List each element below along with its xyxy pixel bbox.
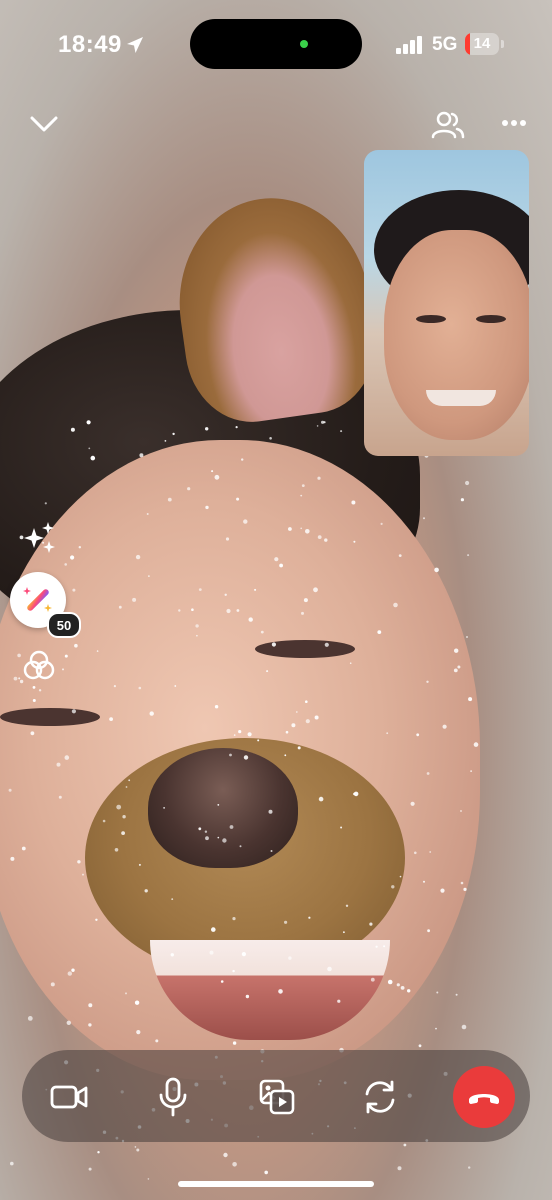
glitter-dot [468, 1166, 471, 1169]
toggle-video-button[interactable] [44, 1072, 94, 1122]
magic-wand-icon [23, 587, 52, 612]
sparkles-icon [24, 522, 55, 553]
glitter-dot [435, 1027, 437, 1030]
minimize-button[interactable] [26, 106, 62, 142]
glitter-dot [88, 1167, 92, 1171]
location-arrow-icon [127, 37, 143, 53]
glitter-dot [136, 1148, 140, 1152]
glitter-dot [403, 1143, 407, 1147]
glitter-dot [147, 1178, 150, 1180]
glitter-dot [97, 1151, 100, 1154]
microphone-icon [159, 1077, 187, 1117]
video-eye-left [0, 708, 100, 726]
share-media-button[interactable] [252, 1070, 302, 1124]
dynamic-island [190, 19, 362, 69]
filters-button[interactable] [19, 646, 59, 686]
battery-icon: 14 [465, 33, 499, 55]
battery-cap [501, 40, 504, 48]
effect-count-badge: 50 [47, 612, 81, 638]
battery-level: 14 [473, 35, 491, 52]
glitter-dot [436, 991, 439, 994]
status-bar: 18:49 5G 14 [0, 0, 552, 90]
glitter-dot [10, 1161, 14, 1166]
glitter-dot [455, 993, 458, 996]
dog-nose-filter [148, 748, 298, 868]
camera-in-use-indicator [300, 40, 308, 48]
participants-button[interactable] [428, 105, 468, 145]
pip-face [384, 230, 529, 440]
glitter-dot [465, 480, 470, 486]
flip-camera-button[interactable] [355, 1070, 405, 1124]
pip-eye-right [476, 315, 506, 323]
status-time: 18:49 [58, 31, 122, 58]
cellular-signal-icon [396, 36, 422, 54]
network-type: 5G [432, 34, 458, 55]
glitter-dot [423, 517, 425, 520]
end-call-button[interactable] [453, 1066, 515, 1128]
glitter-dot [232, 1162, 237, 1167]
glitter-dot [461, 1024, 467, 1030]
people-icon [431, 111, 465, 139]
more-options-button[interactable] [496, 108, 532, 138]
glitter-dot [397, 1166, 402, 1171]
pip-mouth [426, 390, 496, 406]
chevron-down-icon [30, 116, 58, 132]
glitter-dot [460, 498, 464, 502]
filters-icon [23, 650, 55, 680]
video-eye-right [255, 640, 355, 658]
glitter-dot [27, 1016, 33, 1021]
more-horizontal-icon [502, 120, 526, 126]
pip-eye-left [416, 315, 446, 323]
effects-button[interactable] [18, 518, 60, 558]
home-indicator[interactable] [178, 1181, 374, 1187]
end-call-icon [469, 1094, 499, 1104]
video-call-screen: 18:49 5G 14 50 [0, 0, 552, 1200]
flip-camera-icon [365, 1080, 395, 1114]
glitter-dot [467, 554, 470, 557]
glitter-dot [223, 1152, 228, 1158]
video-camera-icon [50, 1085, 88, 1109]
toggle-microphone-button[interactable] [148, 1070, 198, 1124]
media-share-icon [259, 1079, 295, 1115]
glitter-dot [264, 1170, 269, 1175]
glitter-dot [134, 1146, 137, 1148]
self-view-pip[interactable] [364, 150, 529, 456]
glitter-dot [466, 636, 468, 638]
glitter-dot [418, 1044, 422, 1048]
